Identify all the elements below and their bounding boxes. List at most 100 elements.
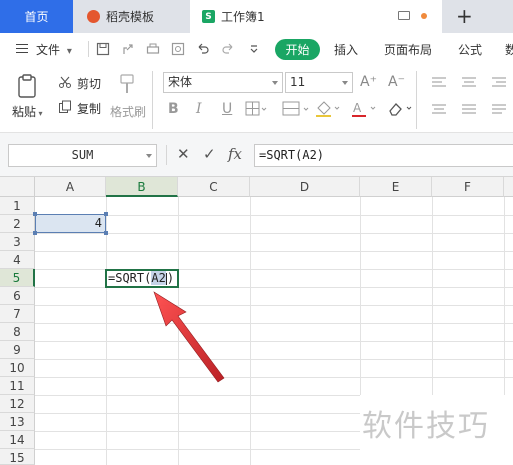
row-header[interactable]: 2 bbox=[0, 215, 35, 233]
tab-template-label: 稻壳模板 bbox=[106, 10, 155, 24]
name-box[interactable]: SUM bbox=[8, 144, 157, 167]
gridline bbox=[35, 431, 360, 432]
gridline bbox=[360, 197, 361, 395]
customize-toolbar-icon[interactable] bbox=[247, 42, 261, 56]
clear-format-icon[interactable] bbox=[386, 100, 414, 118]
row-header[interactable]: 7 bbox=[0, 305, 35, 323]
column-header-a[interactable]: A bbox=[35, 177, 106, 197]
column-header-g[interactable] bbox=[504, 177, 513, 197]
watermark: 软件技巧 bbox=[362, 409, 490, 444]
row-header[interactable]: 14 bbox=[0, 431, 35, 449]
column-header-f[interactable]: F bbox=[432, 177, 504, 197]
gridline bbox=[35, 395, 360, 396]
gridline bbox=[432, 197, 433, 395]
unsaved-dot-icon bbox=[421, 13, 427, 19]
row-header[interactable]: 6 bbox=[0, 287, 35, 305]
resize-handle[interactable] bbox=[104, 212, 108, 216]
copy-button[interactable]: 复制 bbox=[77, 100, 101, 117]
font-name-value: 宋体 bbox=[168, 75, 193, 89]
column-header-d[interactable]: D bbox=[250, 177, 360, 197]
row-header[interactable]: 8 bbox=[0, 323, 35, 341]
format-painter-label: 格式刷 bbox=[110, 105, 147, 119]
tab-insert[interactable]: 插入 bbox=[334, 41, 358, 58]
redo-icon[interactable] bbox=[221, 42, 235, 56]
bold-button[interactable]: B bbox=[168, 101, 179, 117]
resize-handle[interactable] bbox=[33, 212, 37, 216]
menu-icon[interactable] bbox=[16, 44, 28, 53]
resize-handle[interactable] bbox=[33, 231, 37, 235]
underline-button[interactable]: U bbox=[222, 101, 232, 117]
name-box-value: SUM bbox=[71, 148, 94, 162]
cell-a2-value: 4 bbox=[94, 216, 102, 230]
confirm-icon[interactable]: ✓ bbox=[203, 145, 216, 163]
svg-text:A: A bbox=[353, 101, 362, 115]
gridline bbox=[250, 197, 251, 465]
annotation-arrow-icon bbox=[153, 291, 225, 383]
tab-workbook[interactable]: S 工作簿1 bbox=[190, 0, 442, 33]
divider bbox=[166, 145, 167, 165]
tab-template[interactable]: 稻壳模板 bbox=[75, 0, 188, 33]
row-header[interactable]: 13 bbox=[0, 413, 35, 431]
format-painter-icon[interactable] bbox=[118, 73, 136, 95]
ribbon: 粘贴 ▾ 剪切 复制 格式刷 宋体 11 A⁺ A⁻ B I U A bbox=[0, 65, 513, 133]
row-header[interactable]: 9 bbox=[0, 341, 35, 359]
tab-page-layout[interactable]: 页面布局 bbox=[384, 41, 432, 58]
row-header[interactable]: 10 bbox=[0, 359, 35, 377]
chevron-down-icon: ▾ bbox=[66, 46, 72, 57]
paste-button[interactable]: 粘贴 ▾ bbox=[12, 103, 43, 120]
export-icon[interactable] bbox=[121, 42, 135, 56]
border-icon[interactable] bbox=[245, 101, 267, 117]
paste-label: 粘贴 bbox=[12, 105, 37, 119]
gridline bbox=[106, 197, 107, 465]
gridline bbox=[504, 197, 505, 395]
select-all-corner[interactable] bbox=[0, 177, 35, 197]
row-header[interactable]: 5 bbox=[0, 269, 35, 287]
tab-data[interactable]: 数 bbox=[505, 41, 513, 58]
file-menu[interactable]: 文件 ▾ bbox=[36, 41, 72, 58]
font-size-value: 11 bbox=[290, 75, 306, 89]
column-header-b[interactable]: B bbox=[106, 177, 178, 197]
row-header[interactable]: 4 bbox=[0, 251, 35, 269]
chevron-down-icon bbox=[146, 154, 152, 158]
tab-start[interactable]: 开始 bbox=[275, 39, 320, 60]
row-header[interactable]: 3 bbox=[0, 233, 35, 251]
print-icon[interactable] bbox=[146, 42, 160, 56]
column-header-e[interactable]: E bbox=[360, 177, 432, 197]
chevron-down-icon bbox=[272, 81, 278, 85]
merge-cells-icon[interactable] bbox=[282, 101, 310, 117]
tab-home[interactable]: 首页 bbox=[0, 0, 73, 33]
alignment-icons[interactable] bbox=[430, 75, 510, 123]
cell-a2[interactable]: 4 bbox=[33, 212, 108, 235]
row-header[interactable]: 1 bbox=[0, 197, 35, 215]
tab-formula[interactable]: 公式 bbox=[458, 41, 482, 58]
scissors-icon bbox=[59, 76, 71, 88]
font-color-icon[interactable]: A bbox=[350, 100, 378, 118]
column-header-c[interactable]: C bbox=[178, 177, 250, 197]
formula-input[interactable]: =SQRT(A2) bbox=[254, 144, 513, 167]
print-preview-icon[interactable] bbox=[171, 42, 185, 56]
cancel-icon[interactable]: ✕ bbox=[177, 145, 190, 163]
insert-function-icon[interactable]: fx bbox=[228, 145, 242, 163]
grow-font-icon[interactable]: A⁺ bbox=[360, 74, 377, 90]
font-size-select[interactable]: 11 bbox=[285, 72, 353, 93]
row-header[interactable]: 12 bbox=[0, 395, 35, 413]
gridline bbox=[35, 413, 360, 414]
new-tab-button[interactable]: + bbox=[456, 5, 473, 27]
save-icon[interactable] bbox=[96, 42, 110, 56]
fill-color-icon[interactable] bbox=[314, 100, 342, 118]
chevron-down-icon bbox=[342, 81, 348, 85]
cut-button[interactable]: 剪切 bbox=[77, 75, 101, 92]
paste-icon[interactable] bbox=[16, 73, 40, 99]
font-name-select[interactable]: 宋体 bbox=[163, 72, 283, 93]
resize-handle[interactable] bbox=[104, 231, 108, 235]
row-header[interactable]: 15 bbox=[0, 449, 35, 465]
row-header[interactable]: 11 bbox=[0, 377, 35, 395]
divider bbox=[88, 41, 89, 57]
shrink-font-icon[interactable]: A⁻ bbox=[388, 74, 405, 90]
italic-button[interactable]: I bbox=[196, 101, 202, 117]
formula-bar: SUM ✕ ✓ fx =SQRT(A2) bbox=[0, 133, 513, 177]
chevron-down-icon: ▾ bbox=[36, 109, 43, 118]
docer-icon bbox=[87, 10, 100, 23]
undo-icon[interactable] bbox=[196, 42, 210, 56]
monitor-icon[interactable] bbox=[398, 11, 410, 20]
